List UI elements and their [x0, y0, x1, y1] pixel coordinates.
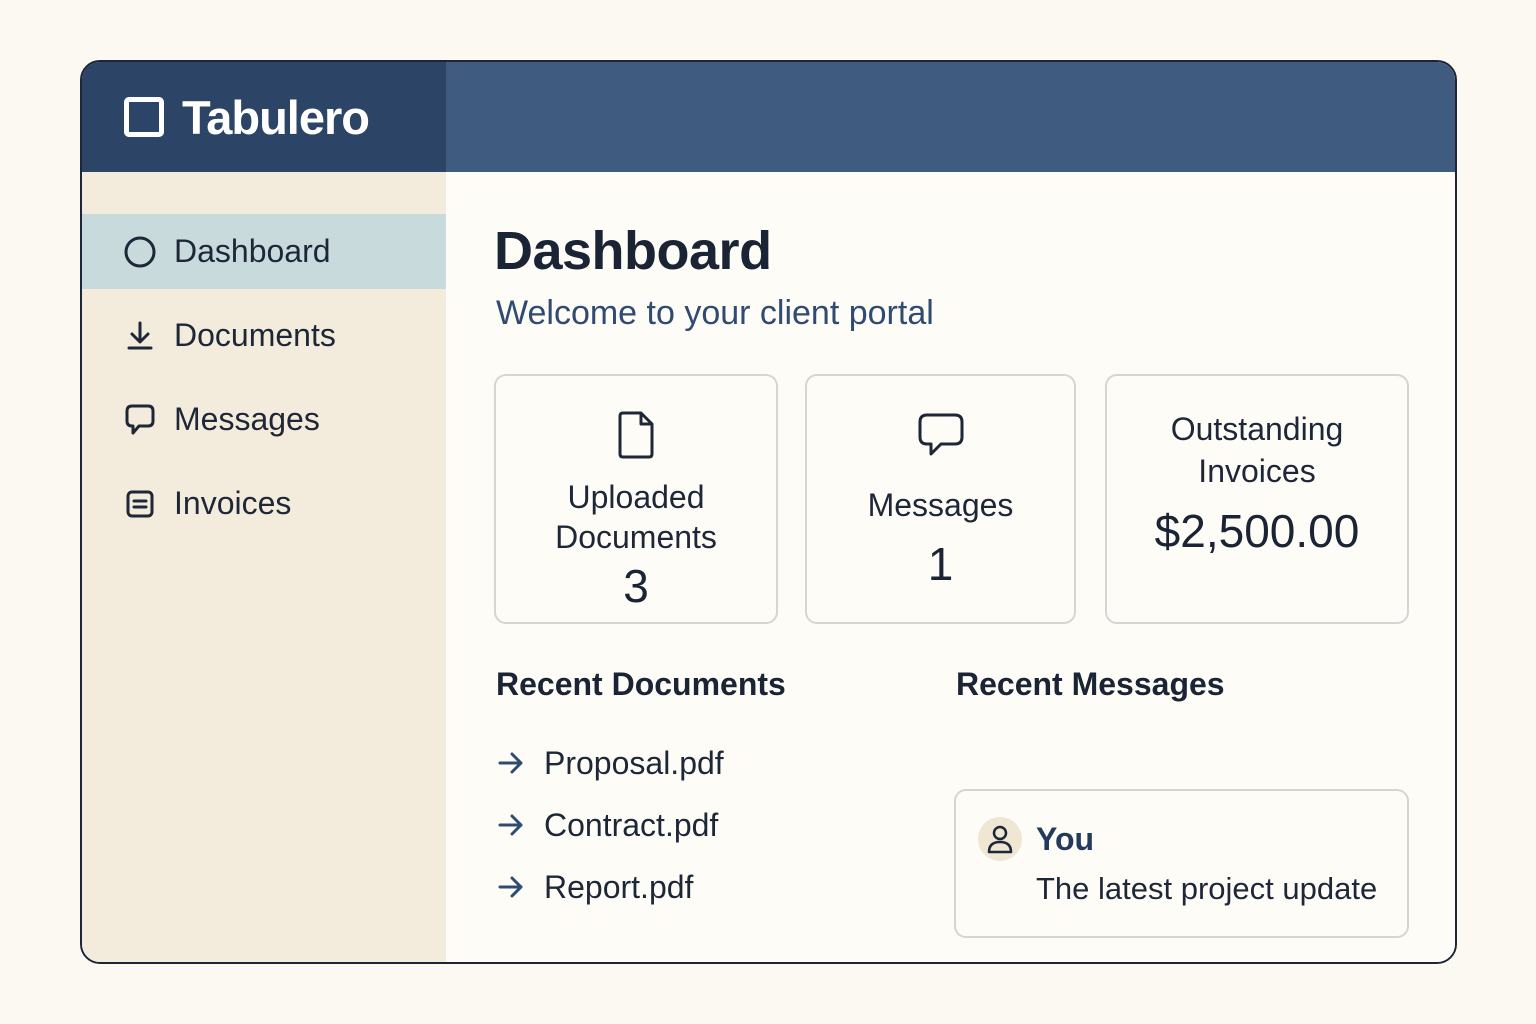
card-label: Outstanding — [1170, 411, 1344, 447]
card-value: 1 — [927, 538, 954, 590]
brand-logo[interactable]: Tabulero — [82, 62, 446, 172]
recent-documents-list: Proposal.pdf Contract.pdf Report.pdf — [496, 732, 724, 918]
document-icon — [615, 410, 657, 465]
user-icon — [978, 817, 1022, 861]
card-label: Uploaded — [567, 479, 705, 515]
arrow-right-icon — [498, 752, 523, 774]
card-value: $2,500.00 — [1154, 505, 1360, 557]
arrow-right-icon — [498, 876, 523, 898]
sidebar-item-label: Messages — [174, 401, 320, 437]
sidebar-item-documents[interactable]: Documents — [82, 298, 446, 373]
arrow-right-icon — [498, 814, 523, 836]
page-subtitle: Welcome to your client portal — [496, 294, 934, 332]
message-sender: You — [1036, 821, 1095, 857]
card-value: 3 — [623, 560, 649, 612]
message-item[interactable]: You The latest project update — [954, 789, 1409, 938]
document-link-proposal[interactable]: Proposal.pdf — [496, 732, 724, 794]
main-content: Dashboard Welcome to your client portal … — [446, 172, 1455, 962]
messages-card[interactable]: Messages 1 — [805, 374, 1076, 624]
download-icon — [122, 318, 158, 354]
sidebar-item-invoices[interactable]: Invoices — [82, 466, 446, 541]
message-preview: The latest project update — [1036, 871, 1378, 906]
sidebar-item-label: Documents — [174, 317, 336, 353]
recent-documents-title: Recent Documents — [496, 666, 786, 702]
chat-bubble-icon — [122, 402, 158, 438]
sidebar-item-label: Invoices — [174, 485, 292, 521]
page-title: Dashboard — [494, 221, 772, 281]
circle-icon — [122, 234, 158, 270]
card-label: Messages — [867, 487, 1014, 523]
app-name: Tabulero — [182, 90, 370, 144]
document-name: Proposal.pdf — [544, 744, 724, 781]
document-link-report[interactable]: Report.pdf — [496, 856, 724, 918]
sidebar-item-dashboard[interactable]: Dashboard — [82, 214, 446, 289]
document-name: Contract.pdf — [544, 806, 719, 843]
card-label: Documents — [555, 519, 717, 555]
sidebar: Dashboard Documents Messages Invoices — [82, 172, 446, 962]
outstanding-invoices-card[interactable]: Outstanding Invoices $2,500.00 — [1105, 374, 1409, 624]
uploaded-documents-card[interactable]: Uploaded Documents 3 — [494, 374, 778, 624]
app-window: Tabulero Dashboard Documents Messages In… — [80, 60, 1457, 964]
card-label: Invoices — [1198, 453, 1316, 489]
chat-bubble-icon — [917, 412, 965, 463]
sidebar-item-messages[interactable]: Messages — [82, 382, 446, 457]
invoice-icon — [122, 486, 158, 522]
sidebar-item-label: Dashboard — [174, 233, 331, 269]
square-icon — [124, 97, 164, 137]
document-name: Report.pdf — [544, 868, 694, 905]
recent-messages-title: Recent Messages — [956, 666, 1225, 702]
document-link-contract[interactable]: Contract.pdf — [496, 794, 724, 856]
